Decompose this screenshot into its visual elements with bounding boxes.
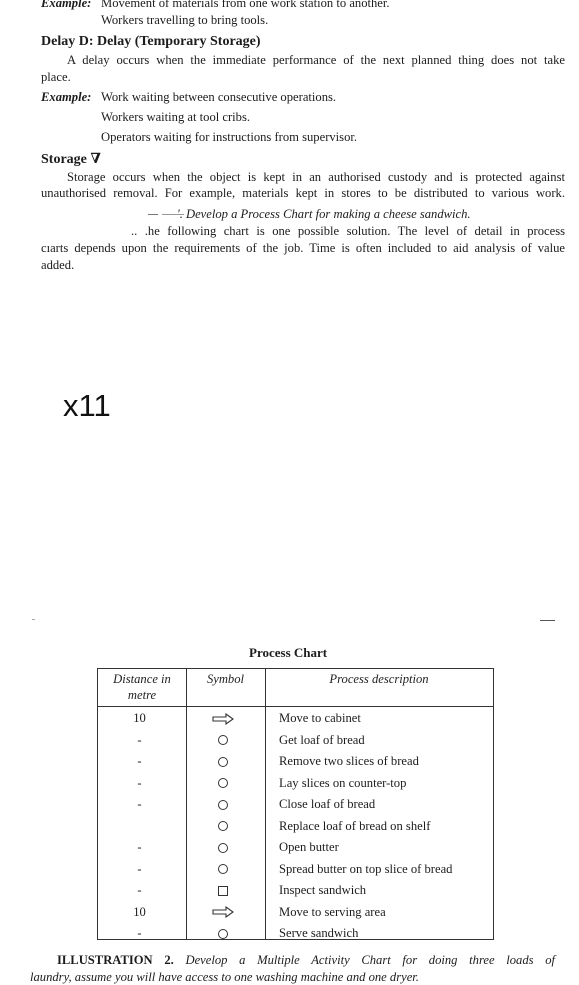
- description-cell: Remove two slices of bread: [279, 754, 419, 768]
- example-label: Example:: [41, 0, 92, 10]
- symbol-cell: [183, 751, 263, 773]
- circle-icon: [218, 842, 228, 853]
- table-row: - Remove two slices of bread: [98, 751, 493, 773]
- page-mark: [32, 619, 35, 620]
- example-label: Example:: [41, 90, 92, 104]
- circle-icon: [218, 864, 228, 875]
- process-chart-table: Distance in metre Symbol Process descrip…: [97, 668, 494, 940]
- solution-paragraph: cıarts depends upon the requirements of …: [41, 241, 565, 256]
- delay-paragraph: A delay occurs when the immediate perfor…: [41, 53, 565, 68]
- illustration-2-label: ILLUSTRATION 2.: [57, 953, 174, 967]
- symbol-cell: [183, 880, 263, 902]
- symbol-cell: [183, 794, 263, 816]
- distance-cell: -: [137, 775, 142, 790]
- distance-cell: -: [137, 797, 142, 811]
- header-distance-line: Distance in: [113, 672, 171, 686]
- symbol-cell: [183, 816, 263, 838]
- table-row: - Lay slices on counter-top: [98, 773, 493, 795]
- symbol-cell: [183, 902, 263, 924]
- delay-paragraph-line: A delay occurs when the immediate perfor…: [67, 53, 565, 67]
- header-description: Process description: [329, 672, 429, 686]
- header-distance-line: metre: [127, 688, 157, 702]
- table-row: - Close loaf of bread: [98, 794, 493, 816]
- symbol-cell: [183, 837, 263, 859]
- table-row: 10 Move to serving area: [98, 902, 493, 924]
- illustration-1-title: '. Develop a Process Chart for making a …: [177, 207, 471, 221]
- description-cell: Lay slices on counter-top: [279, 775, 407, 790]
- symbol-cell: [183, 859, 263, 881]
- description-cell: Open butter: [279, 840, 339, 854]
- smudge-mark: [148, 214, 158, 215]
- circle-icon: [218, 799, 228, 810]
- symbol-cell: [183, 773, 263, 795]
- description-cell: Move to serving area: [279, 904, 386, 919]
- storage-paragraph-line: unauthorised removal. For example, mater…: [41, 186, 565, 200]
- zoom-level-label: x11: [63, 388, 111, 423]
- arrow-icon: [212, 712, 234, 725]
- page-mark: [540, 620, 555, 621]
- solution-paragraph: .. .he following chart is one possible s…: [131, 224, 565, 239]
- process-chart-title: Process Chart: [249, 645, 328, 660]
- solution-line: cıarts depends upon the requirements of …: [41, 241, 565, 255]
- table-row: - Spread butter on top slice of bread: [98, 859, 493, 881]
- header-symbol: Symbol: [206, 672, 245, 686]
- distance-cell: -: [137, 861, 142, 876]
- example-text: Work waiting between consecutive operati…: [101, 90, 337, 104]
- symbol-cell: [183, 923, 263, 945]
- symbol-cell: [183, 708, 263, 730]
- delay-heading: Delay D: Delay (Temporary Storage): [41, 34, 261, 49]
- distance-cell: 10: [133, 711, 146, 725]
- example-text: Movement of materials from one work stat…: [101, 0, 390, 10]
- distance-cell: -: [137, 926, 142, 940]
- example-text: Workers travelling to bring tools.: [101, 13, 269, 27]
- example-text: Operators waiting for instructions from …: [101, 130, 358, 144]
- header-distance: Distance in metre: [98, 671, 186, 703]
- circle-icon: [218, 756, 228, 767]
- circle-icon: [218, 821, 228, 832]
- distance-cell: -: [137, 883, 142, 897]
- solution-line: .. .he following chart is one possible s…: [131, 224, 565, 238]
- circle-icon: [218, 735, 228, 746]
- table-row: 10 Move to cabinet: [98, 708, 493, 730]
- table-row: - Inspect sandwich: [98, 880, 493, 902]
- circle-icon: [218, 778, 228, 789]
- delay-paragraph-line: place.: [41, 70, 71, 84]
- description-cell: Move to cabinet: [279, 711, 361, 725]
- table-row: - Get loaf of bread: [98, 730, 493, 752]
- description-cell: Spread butter on top slice of bread: [279, 861, 453, 876]
- storage-paragraph: Storage occurs when the object is kept i…: [41, 170, 565, 185]
- storage-paragraph: unauthorised removal. For example, mater…: [41, 186, 565, 201]
- storage-paragraph-line: Storage occurs when the object is kept i…: [67, 170, 565, 184]
- circle-icon: [218, 928, 228, 939]
- distance-cell: -: [137, 840, 142, 854]
- distance-cell: -: [137, 754, 142, 768]
- distance-cell: -: [137, 732, 142, 747]
- storage-triangle-icon: ∇: [90, 152, 101, 167]
- illustration-2-text: Develop a Multiple Activity Chart for do…: [185, 953, 555, 967]
- storage-heading-text: Storage: [41, 152, 87, 167]
- symbol-cell: [183, 730, 263, 752]
- table-row: Replace loaf of bread on shelf: [98, 816, 493, 838]
- solution-line: added.: [41, 258, 75, 272]
- arrow-icon: [212, 906, 234, 919]
- description-cell: Close loaf of bread: [279, 797, 376, 811]
- illustration-2-text: laundry, assume you will have access to …: [30, 970, 419, 984]
- example-text: Workers waiting at tool cribs.: [101, 110, 251, 124]
- description-cell: Replace loaf of bread on shelf: [279, 818, 431, 833]
- description-cell: Inspect sandwich: [279, 883, 367, 897]
- description-cell: Get loaf of bread: [279, 732, 365, 747]
- table-row: - Serve sandwich: [98, 923, 493, 945]
- distance-cell: 10: [133, 904, 146, 919]
- description-cell: Serve sandwich: [279, 926, 359, 940]
- square-icon: [218, 885, 228, 896]
- illustration-2-line: ILLUSTRATION 2. Develop a Multiple Activ…: [57, 953, 555, 968]
- table-row: - Open butter: [98, 837, 493, 859]
- storage-heading: Storage ∇: [41, 151, 101, 168]
